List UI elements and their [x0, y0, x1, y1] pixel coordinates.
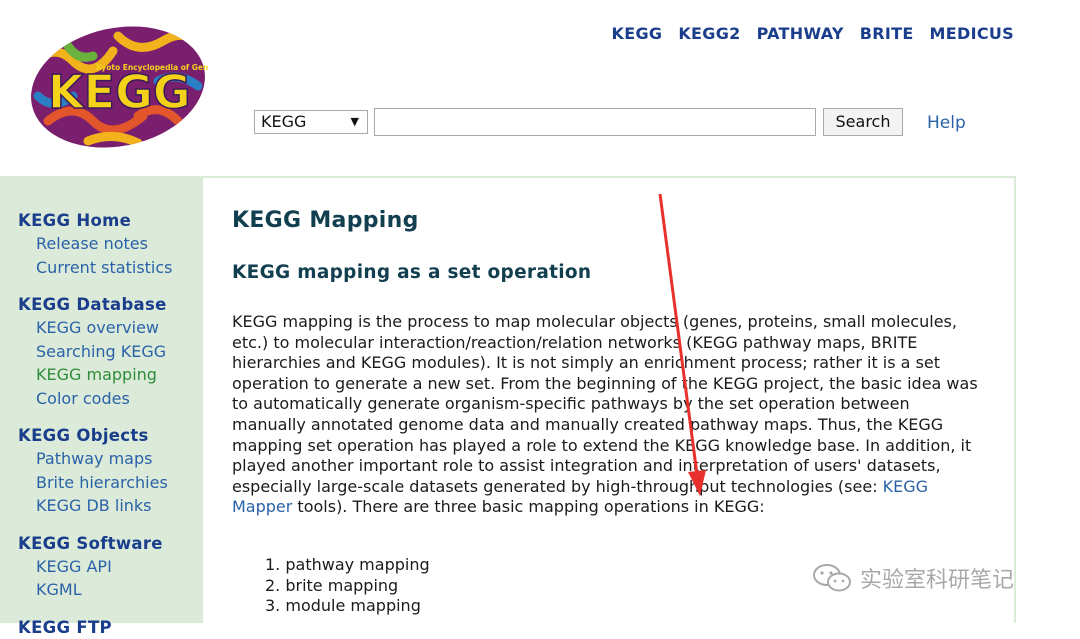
- wechat-icon: [813, 564, 851, 592]
- sidebar-heading-kegg-objects[interactable]: KEGG Objects: [18, 424, 203, 447]
- paragraph-text-start: KEGG mapping is the process to map molec…: [232, 312, 978, 496]
- search-input[interactable]: [374, 108, 816, 136]
- sidebar-group-software: KEGG Software KEGG API KGML: [18, 532, 203, 602]
- sidebar-item-brite-hierarchies[interactable]: Brite hierarchies: [36, 471, 203, 495]
- database-select-value: KEGG: [261, 112, 307, 131]
- sidebar-item-color-codes[interactable]: Color codes: [36, 387, 203, 411]
- kegg-logo[interactable]: KEGG Kyoto Encyclopedia of Genes and Gen…: [28, 26, 208, 148]
- svg-text:Kyoto Encyclopedia of Genes an: Kyoto Encyclopedia of Genes and Genomes: [96, 63, 208, 72]
- sidebar-item-kegg-api[interactable]: KEGG API: [36, 555, 203, 579]
- sidebar-group-ftp: KEGG FTP: [18, 616, 203, 639]
- list-item: 2. brite mapping: [265, 575, 399, 595]
- dropdown-arrow-icon: ▼: [350, 115, 359, 128]
- paragraph-text-end: tools). There are three basic mapping op…: [292, 497, 765, 517]
- sidebar-item-current-statistics[interactable]: Current statistics: [36, 256, 203, 280]
- list-item: 3. module mapping: [265, 596, 421, 616]
- sidebar-heading-kegg-home[interactable]: KEGG Home: [18, 209, 203, 232]
- help-link[interactable]: Help: [927, 113, 966, 133]
- sidebar-item-kegg-mapping[interactable]: KEGG mapping: [36, 363, 203, 387]
- search-button[interactable]: Search: [823, 108, 903, 136]
- section-title: KEGG mapping as a set operation: [232, 262, 592, 283]
- sidebar-item-kegg-db-links[interactable]: KEGG DB links: [36, 494, 203, 518]
- mapping-operations-list: 1. pathway mapping 2. brite mapping 3. m…: [265, 555, 430, 617]
- page-title: KEGG Mapping: [232, 208, 419, 233]
- nav-brite[interactable]: BRITE: [860, 24, 914, 43]
- sidebar-item-pathway-maps[interactable]: Pathway maps: [36, 447, 203, 471]
- sidebar: KEGG Home Release notes Current statisti…: [0, 176, 203, 637]
- sidebar-item-release-notes[interactable]: Release notes: [36, 232, 203, 256]
- sidebar-heading-kegg-software[interactable]: KEGG Software: [18, 532, 203, 555]
- sidebar-heading-kegg-database[interactable]: KEGG Database: [18, 293, 203, 316]
- nav-pathway[interactable]: PATHWAY: [757, 24, 844, 43]
- sidebar-item-kegg-overview[interactable]: KEGG overview: [36, 316, 203, 340]
- sidebar-group-home: KEGG Home Release notes Current statisti…: [18, 209, 203, 279]
- watermark: 实验室科研笔记: [812, 562, 1014, 594]
- sidebar-item-searching-kegg[interactable]: Searching KEGG: [36, 340, 203, 364]
- sidebar-item-kgml[interactable]: KGML: [36, 578, 203, 602]
- svg-text:KEGG: KEGG: [48, 65, 191, 119]
- sidebar-group-database: KEGG Database KEGG overview Searching KE…: [18, 293, 203, 410]
- top-nav: KEGG KEGG2 PATHWAY BRITE MEDICUS: [612, 24, 1014, 43]
- nav-medicus[interactable]: MEDICUS: [930, 24, 1014, 43]
- sidebar-heading-kegg-ftp[interactable]: KEGG FTP: [18, 616, 203, 639]
- red-annotation-arrow: [658, 193, 706, 496]
- nav-kegg2[interactable]: KEGG2: [678, 24, 740, 43]
- watermark-text: 实验室科研笔记: [860, 568, 1015, 593]
- body-paragraph: KEGG mapping is the process to map molec…: [232, 312, 987, 518]
- list-item: 1. pathway mapping: [265, 555, 430, 574]
- sidebar-group-objects: KEGG Objects Pathway maps Brite hierarch…: [18, 424, 203, 518]
- database-select[interactable]: KEGG ▼: [254, 110, 368, 134]
- nav-kegg[interactable]: KEGG: [612, 24, 663, 43]
